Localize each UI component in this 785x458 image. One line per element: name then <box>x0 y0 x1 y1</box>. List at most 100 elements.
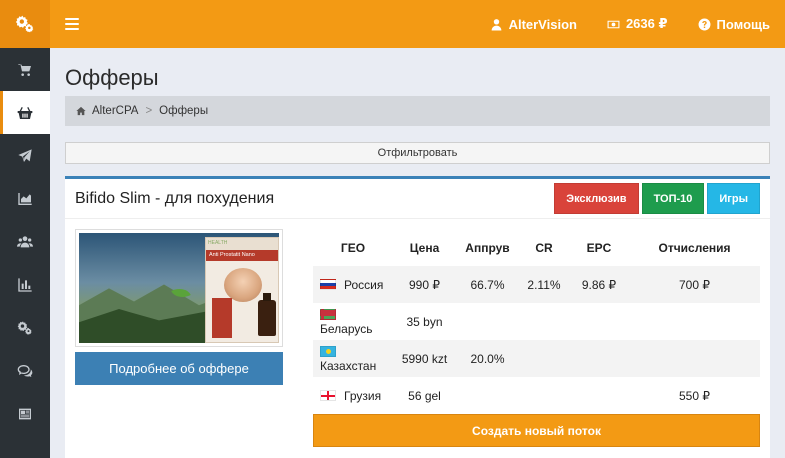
chat-icon <box>17 364 33 377</box>
country-name: Казахстан <box>320 358 377 373</box>
col-cr: CR <box>535 240 553 255</box>
topbar-right: AlterVision 2636 ₽ Помощь <box>490 0 785 48</box>
home-icon <box>76 106 86 116</box>
col-approve: Аппрув <box>465 240 510 255</box>
cr-cell: 2.11% <box>519 266 569 303</box>
hamburger-line <box>65 23 79 25</box>
help-link[interactable]: Помощь <box>698 17 770 32</box>
user-menu[interactable]: AlterVision <box>490 17 577 32</box>
cart-icon <box>18 63 31 76</box>
payout-cell <box>629 340 760 377</box>
sidebar-item-cart[interactable] <box>0 48 50 91</box>
filter-button[interactable]: Отфильтровать <box>65 142 770 164</box>
sidebar-item-flows[interactable] <box>0 134 50 177</box>
country-name: Беларусь <box>320 321 373 336</box>
price-cell: 990 ₽ <box>393 266 456 303</box>
tag-games[interactable]: Игры <box>707 183 760 214</box>
approve-cell: 66.7% <box>456 266 519 303</box>
approve-cell <box>456 303 519 340</box>
flag-kazakhstan-icon <box>320 345 336 357</box>
product-box-graphic: HEALTH Anti Prostatit Nano <box>205 237 279 343</box>
table-row: Казахстан 5990 kzt 20.0% <box>313 340 760 377</box>
balance-link[interactable]: 2636 ₽ <box>607 16 668 32</box>
breadcrumb-home[interactable]: AlterCPA <box>92 105 138 117</box>
price-cell: 56 gel <box>408 388 441 403</box>
page-title: Офферы <box>65 65 159 90</box>
product-photo-graphic <box>224 268 262 302</box>
approve-cell <box>456 377 519 414</box>
user-icon <box>491 18 501 30</box>
sidebar-item-offers[interactable] <box>0 91 50 134</box>
area-chart-icon <box>18 192 32 205</box>
main-content: Офферы AlterCPA > Офферы Отфильтровать B… <box>50 48 785 458</box>
col-payout: Отчисления <box>658 240 731 255</box>
menu-toggle-button[interactable] <box>65 17 79 31</box>
cr-cell <box>519 377 569 414</box>
users-icon <box>17 235 33 247</box>
sidebar-item-users[interactable] <box>0 220 50 263</box>
approve-cell: 20.0% <box>456 340 519 377</box>
breadcrumb-current: Офферы <box>159 105 209 117</box>
payout-cell: 700 ₽ <box>629 266 760 303</box>
hamburger-line <box>65 28 79 30</box>
offer-details-button[interactable]: Подробнее об оффере <box>75 352 283 385</box>
breadcrumb-separator: > <box>145 105 153 117</box>
country-name: Россия <box>344 277 384 292</box>
geo-cell: Россия <box>313 266 393 303</box>
col-epc: EPC <box>586 240 612 255</box>
tag-exclusive[interactable]: Эксклюзив <box>554 183 639 214</box>
sidebar-item-settings[interactable] <box>0 306 50 349</box>
country-name: Грузия <box>344 388 382 403</box>
gears-icon <box>17 320 32 335</box>
cr-cell <box>519 340 569 377</box>
price-cell: 5990 kzt <box>393 340 456 377</box>
logo[interactable] <box>0 0 50 48</box>
table-row: Россия 990 ₽ 66.7% 2.11% 9.86 ₽ 700 ₽ <box>313 266 760 303</box>
bar-chart-icon <box>18 277 32 292</box>
col-price: Цена <box>409 240 440 255</box>
epc-cell <box>569 377 629 414</box>
question-circle-icon <box>698 18 710 30</box>
geo-table-header: ГЕО Цена Аппрув CR EPC Отчисления <box>313 229 760 266</box>
sidebar-item-stats-bar[interactable] <box>0 263 50 306</box>
cr-cell <box>519 303 569 340</box>
offer-header: Bifido Slim - для похудения Эксклюзив ТО… <box>65 179 770 219</box>
basket-icon <box>17 106 33 119</box>
offer-image-picture: HEALTH Anti Prostatit Nano <box>79 233 279 343</box>
table-row: Грузия 56 gel 550 ₽ <box>313 377 760 414</box>
col-geo: ГЕО <box>340 240 366 255</box>
bottle-graphic <box>258 293 276 336</box>
product-mini-box-graphic <box>212 298 232 338</box>
epc-cell <box>569 303 629 340</box>
offer-image[interactable]: HEALTH Anti Prostatit Nano <box>75 229 283 347</box>
tag-top10[interactable]: ТОП-10 <box>641 183 705 214</box>
geo-table: ГЕО Цена Аппрув CR EPC Отчисления Россия… <box>313 229 760 414</box>
sidebar <box>0 0 50 458</box>
table-row: Беларусь 35 byn <box>313 303 760 340</box>
create-flow-button[interactable]: Создать новый поток <box>313 414 760 447</box>
newspaper-icon <box>19 408 31 419</box>
sidebar-item-support[interactable] <box>0 349 50 392</box>
offer-card: Bifido Slim - для похудения Эксклюзив ТО… <box>65 176 770 458</box>
hamburger-line <box>65 18 79 20</box>
offer-title[interactable]: Bifido Slim - для похудения <box>75 190 274 208</box>
user-name: AlterVision <box>508 16 577 32</box>
flag-belarus-icon <box>320 308 336 320</box>
product-brand: HEALTH <box>206 238 278 250</box>
offer-tags: Эксклюзив ТОП-10 Игры <box>551 183 760 214</box>
geo-cell: Казахстан <box>313 340 393 377</box>
payout-cell <box>629 303 760 340</box>
payout-cell: 550 ₽ <box>679 388 710 403</box>
sidebar-item-stats-area[interactable] <box>0 177 50 220</box>
paper-plane-icon <box>18 148 32 162</box>
price-cell: 35 byn <box>406 314 443 329</box>
gears-logo-icon <box>15 15 34 33</box>
sidebar-item-news[interactable] <box>0 392 50 435</box>
money-icon <box>607 20 620 28</box>
flag-russia-icon <box>320 278 336 290</box>
breadcrumb: AlterCPA > Офферы <box>65 96 770 126</box>
topbar: AlterVision 2636 ₽ Помощь <box>50 0 785 48</box>
geo-cell: Беларусь <box>313 303 393 340</box>
balance-value: 2636 ₽ <box>625 16 668 31</box>
flag-georgia-icon <box>320 389 336 401</box>
